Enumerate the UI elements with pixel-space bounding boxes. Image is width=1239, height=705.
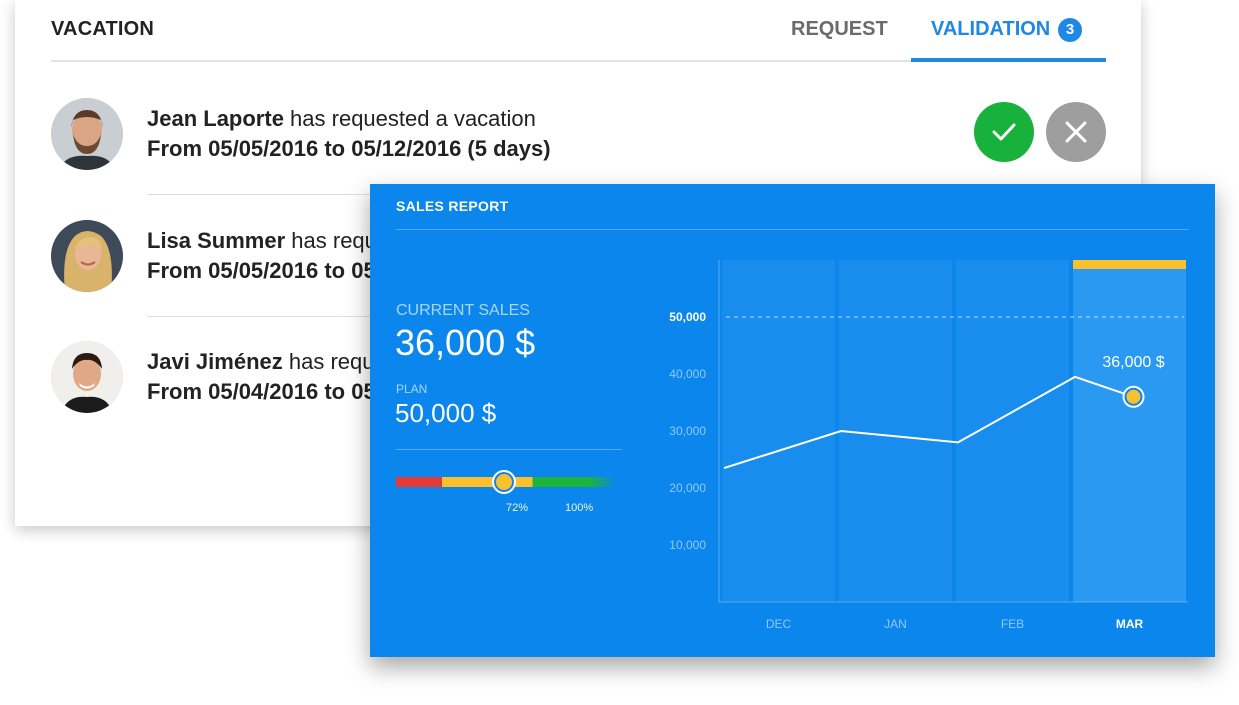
y-tick-label: 40,000 — [669, 367, 706, 381]
current-point-label: 36,000 $ — [1102, 354, 1164, 371]
x-tick-label: DEC — [766, 617, 792, 631]
chart-column-mar — [1073, 260, 1186, 602]
validation-count-badge: 3 — [1058, 18, 1082, 42]
reject-button[interactable] — [1046, 102, 1106, 162]
avatar — [51, 98, 123, 170]
vacation-header: VACATION REQUEST VALIDATION 3 — [51, 0, 1106, 62]
sales-line-chart: DEC JAN FEB MAR 10,000 20,000 30,000 40,000 50,0… — [669, 260, 1188, 631]
sales-report-title: SALES REPORT — [396, 198, 509, 214]
chart-column-feb — [956, 260, 1069, 602]
y-tick-label: 20,000 — [669, 481, 706, 495]
plan-progress-knob[interactable] — [491, 470, 516, 494]
avatar-jean-image — [51, 98, 123, 170]
avatar — [51, 220, 123, 292]
sales-header-divider — [396, 229, 1189, 230]
sales-summary-divider — [396, 449, 622, 450]
tab-validation-label: VALIDATION — [931, 18, 1051, 40]
x-tick-label: MAR — [1116, 617, 1144, 631]
tab-validation[interactable]: VALIDATION 3 — [911, 0, 1106, 62]
requester-name: Javi Jiménez — [147, 349, 283, 374]
check-icon — [992, 123, 1016, 141]
x-tick-label: FEB — [1001, 617, 1024, 631]
progress-current-label: 72% — [506, 502, 529, 514]
request-dates: From 05/05/2016 to 05/12/2016 (5 days) — [147, 136, 551, 161]
current-sales-value: 36,000 $ — [395, 322, 536, 363]
y-tick-label: 10,000 — [669, 538, 706, 552]
vacation-title: VACATION — [51, 18, 155, 40]
tab-request[interactable]: REQUEST — [791, 18, 888, 41]
x-tick-label: JAN — [884, 617, 907, 631]
close-icon — [1065, 121, 1087, 143]
requester-name: Jean Laporte — [147, 106, 284, 131]
avatar-lisa-image — [51, 220, 123, 292]
current-sales-label: CURRENT SALES — [396, 302, 530, 319]
current-point — [1126, 389, 1141, 404]
progress-max-label: 100% — [565, 502, 594, 514]
request-text: Jean Laporte has requested a vacation Fr… — [147, 104, 551, 164]
chart-highlight-bar — [1073, 260, 1186, 269]
avatar — [51, 341, 123, 413]
request-message: has requested a vacation — [283, 106, 536, 131]
sales-report-card: SALES REPORT CURRENT SALES 36,000 $ PLAN… — [370, 184, 1215, 657]
y-tick-label: 50,000 — [669, 310, 706, 324]
plan-value: 50,000 $ — [395, 398, 497, 428]
avatar-javi-image — [51, 341, 123, 413]
requester-name: Lisa Summer — [147, 228, 286, 253]
y-tick-label: 30,000 — [669, 424, 706, 438]
chart-column-dec — [722, 260, 835, 602]
chart-column-jan — [839, 260, 952, 602]
approve-button[interactable] — [974, 102, 1034, 162]
plan-label: PLAN — [396, 382, 428, 396]
